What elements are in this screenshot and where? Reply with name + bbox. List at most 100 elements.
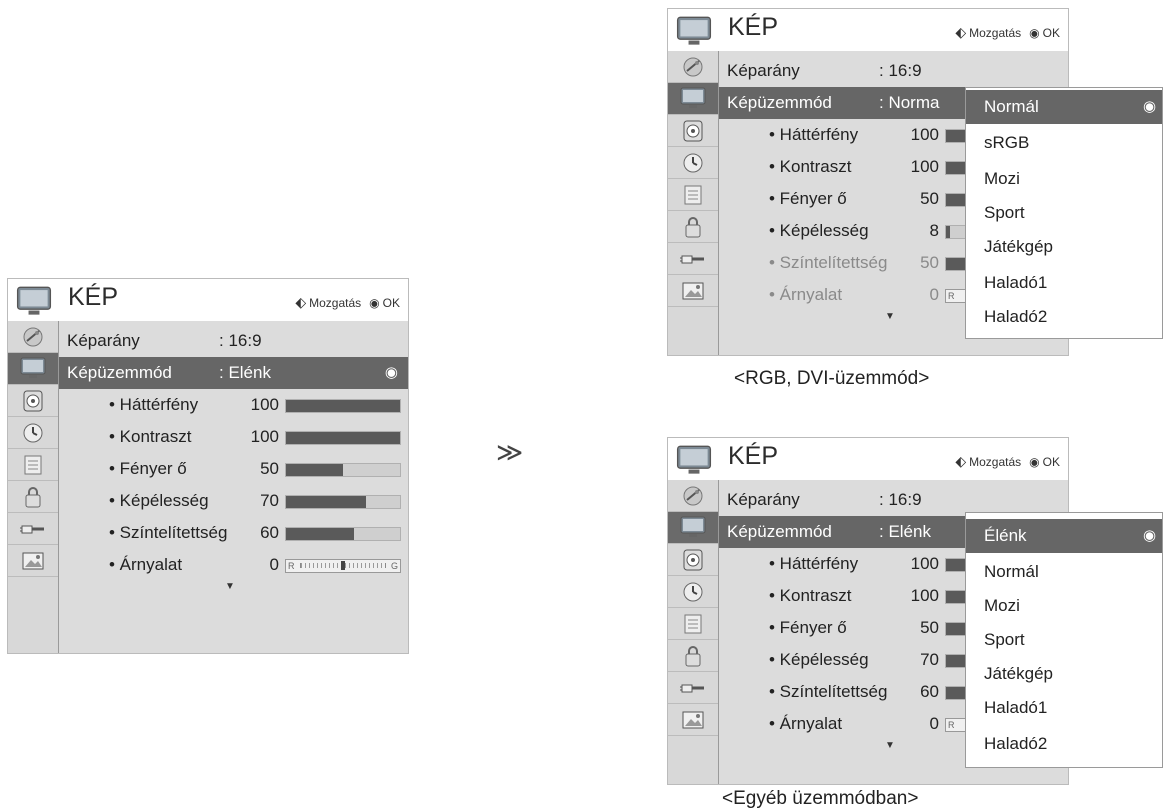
dropdown-option[interactable]: Mozi xyxy=(966,162,1162,196)
brightness-label: • Fényer ő xyxy=(769,618,847,637)
hint-move-label: Mozgatás xyxy=(969,455,1022,469)
backlight-slider[interactable] xyxy=(285,399,401,413)
ok-button-icon: ◉ xyxy=(1029,455,1040,469)
menu-title: KÉP xyxy=(68,283,119,311)
dropdown-option[interactable]: Haladó1 xyxy=(966,266,1162,300)
color-fill xyxy=(286,528,355,540)
audio-icon[interactable] xyxy=(668,544,718,576)
picture-source-icon[interactable] xyxy=(668,51,718,83)
option-icon[interactable] xyxy=(8,449,58,481)
contrast-row[interactable]: • Kontraszt 100 xyxy=(59,421,408,453)
time-icon[interactable] xyxy=(668,147,718,179)
hint-ok-label: OK xyxy=(1042,455,1060,469)
category-icon-bar xyxy=(668,51,719,355)
lock-icon[interactable] xyxy=(8,481,58,513)
option-label: Haladó2 xyxy=(984,734,1048,753)
dropdown-option[interactable]: Mozi xyxy=(966,589,1162,623)
contrast-label: • Kontraszt xyxy=(769,157,852,176)
aspect-ratio-label: Képarány xyxy=(727,490,800,509)
input-icon[interactable] xyxy=(668,672,718,704)
option-label: Játékgép xyxy=(984,237,1053,256)
dropdown-option[interactable]: sRGB xyxy=(966,126,1162,160)
usb-photo-icon[interactable] xyxy=(8,545,58,577)
option-label: sRGB xyxy=(984,133,1030,152)
option-label: Élénk xyxy=(984,526,1027,545)
option-icon[interactable] xyxy=(668,608,718,640)
ok-button-icon: ◉ xyxy=(1029,26,1040,40)
audio-icon[interactable] xyxy=(8,385,58,417)
contrast-slider[interactable] xyxy=(285,431,401,445)
aspect-ratio-row[interactable]: Képarány : 16:9 xyxy=(59,325,408,357)
picture-mode-dropdown-rgb: Normál ◉ sRGB Mozi Sport Játékgép Haladó1… xyxy=(965,87,1163,339)
picture-mode-value: : Norma xyxy=(879,93,940,112)
color-row[interactable]: • Színtelítettség 60 xyxy=(59,517,408,549)
audio-icon[interactable] xyxy=(668,115,718,147)
sharpness-label: • Képélesség xyxy=(769,650,869,669)
selected-radio-icon: ◉ xyxy=(384,364,398,381)
aspect-ratio-row[interactable]: Képarány : 16:9 xyxy=(719,55,1068,87)
brightness-label: • Fényer ő xyxy=(109,459,187,478)
dropdown-option[interactable]: Élénk ◉ xyxy=(966,519,1162,553)
backlight-label: • Háttérfény xyxy=(769,125,859,144)
backlight-value: 100 xyxy=(250,395,279,414)
dropdown-option[interactable]: Haladó2 xyxy=(966,727,1162,761)
time-icon[interactable] xyxy=(668,576,718,608)
picture-mode-label: Képüzemmód xyxy=(727,93,832,112)
dropdown-option[interactable]: Játékgép xyxy=(966,230,1162,264)
picture-source-icon[interactable] xyxy=(8,321,58,353)
brightness-slider[interactable] xyxy=(285,463,401,477)
sharpness-slider[interactable] xyxy=(285,495,401,509)
scroll-down-arrow-icon[interactable]: ▼ xyxy=(885,311,895,322)
lock-icon[interactable] xyxy=(668,640,718,672)
sharpness-row[interactable]: • Képélesség 70 xyxy=(59,485,408,517)
selected-radio-icon: ◉ xyxy=(1143,527,1157,544)
usb-photo-icon[interactable] xyxy=(668,275,718,307)
dropdown-option[interactable]: Haladó1 xyxy=(966,691,1162,725)
tv-icon xyxy=(676,16,712,46)
tint-scale-green: G xyxy=(390,561,398,571)
hint-ok-label: OK xyxy=(382,296,400,310)
brightness-row[interactable]: • Fényer ő 50 xyxy=(59,453,408,485)
sharpness-value: 70 xyxy=(260,491,279,510)
backlight-row[interactable]: • Háttérfény 100 xyxy=(59,389,408,421)
option-label: Mozi xyxy=(984,596,1020,615)
tint-row[interactable]: • Árnyalat 0 R G xyxy=(59,549,408,581)
dropdown-option[interactable]: Játékgép xyxy=(966,657,1162,691)
other-mode-caption: <Egyéb üzemmódban> xyxy=(722,788,919,809)
brightness-value: 50 xyxy=(920,189,939,208)
picture-source-icon[interactable] xyxy=(668,480,718,512)
tint-scale-red: R xyxy=(948,720,955,730)
usb-photo-icon[interactable] xyxy=(668,704,718,736)
backlight-label: • Háttérfény xyxy=(769,554,859,573)
menu-title-bar: KÉP ⬖ Mozgatás ◉ OK xyxy=(8,279,408,321)
time-icon[interactable] xyxy=(8,417,58,449)
aspect-ratio-value: : 16:9 xyxy=(879,490,922,509)
option-label: Mozi xyxy=(984,169,1020,188)
dropdown-option[interactable]: Sport xyxy=(966,196,1162,230)
menu-title: KÉP xyxy=(728,13,779,41)
dropdown-option[interactable]: Normál ◉ xyxy=(966,90,1162,124)
color-slider[interactable] xyxy=(285,527,401,541)
picture-icon[interactable] xyxy=(668,83,718,115)
picture-mode-value: : Elénk xyxy=(879,522,931,541)
tint-slider[interactable]: R G xyxy=(285,559,401,573)
picture-icon[interactable] xyxy=(8,353,58,385)
color-value: 60 xyxy=(920,682,939,701)
option-label: Sport xyxy=(984,630,1025,649)
option-icon[interactable] xyxy=(668,179,718,211)
input-icon[interactable] xyxy=(8,513,58,545)
picture-icon[interactable] xyxy=(668,512,718,544)
dropdown-option[interactable]: Sport xyxy=(966,623,1162,657)
scroll-down-arrow-icon[interactable]: ▼ xyxy=(885,740,895,751)
dropdown-option[interactable]: Haladó2 xyxy=(966,300,1162,334)
contrast-value: 100 xyxy=(250,427,279,446)
lock-icon[interactable] xyxy=(668,211,718,243)
scroll-down-arrow-icon[interactable]: ▼ xyxy=(225,581,235,592)
tint-value: 0 xyxy=(929,714,939,733)
tint-scale-red: R xyxy=(948,291,955,301)
picture-mode-row[interactable]: Képüzemmód : Elénk ◉ xyxy=(59,357,408,389)
input-icon[interactable] xyxy=(668,243,718,275)
sharpness-fill xyxy=(946,226,950,238)
dropdown-option[interactable]: Normál xyxy=(966,555,1162,589)
tint-label: • Árnyalat xyxy=(769,285,843,304)
